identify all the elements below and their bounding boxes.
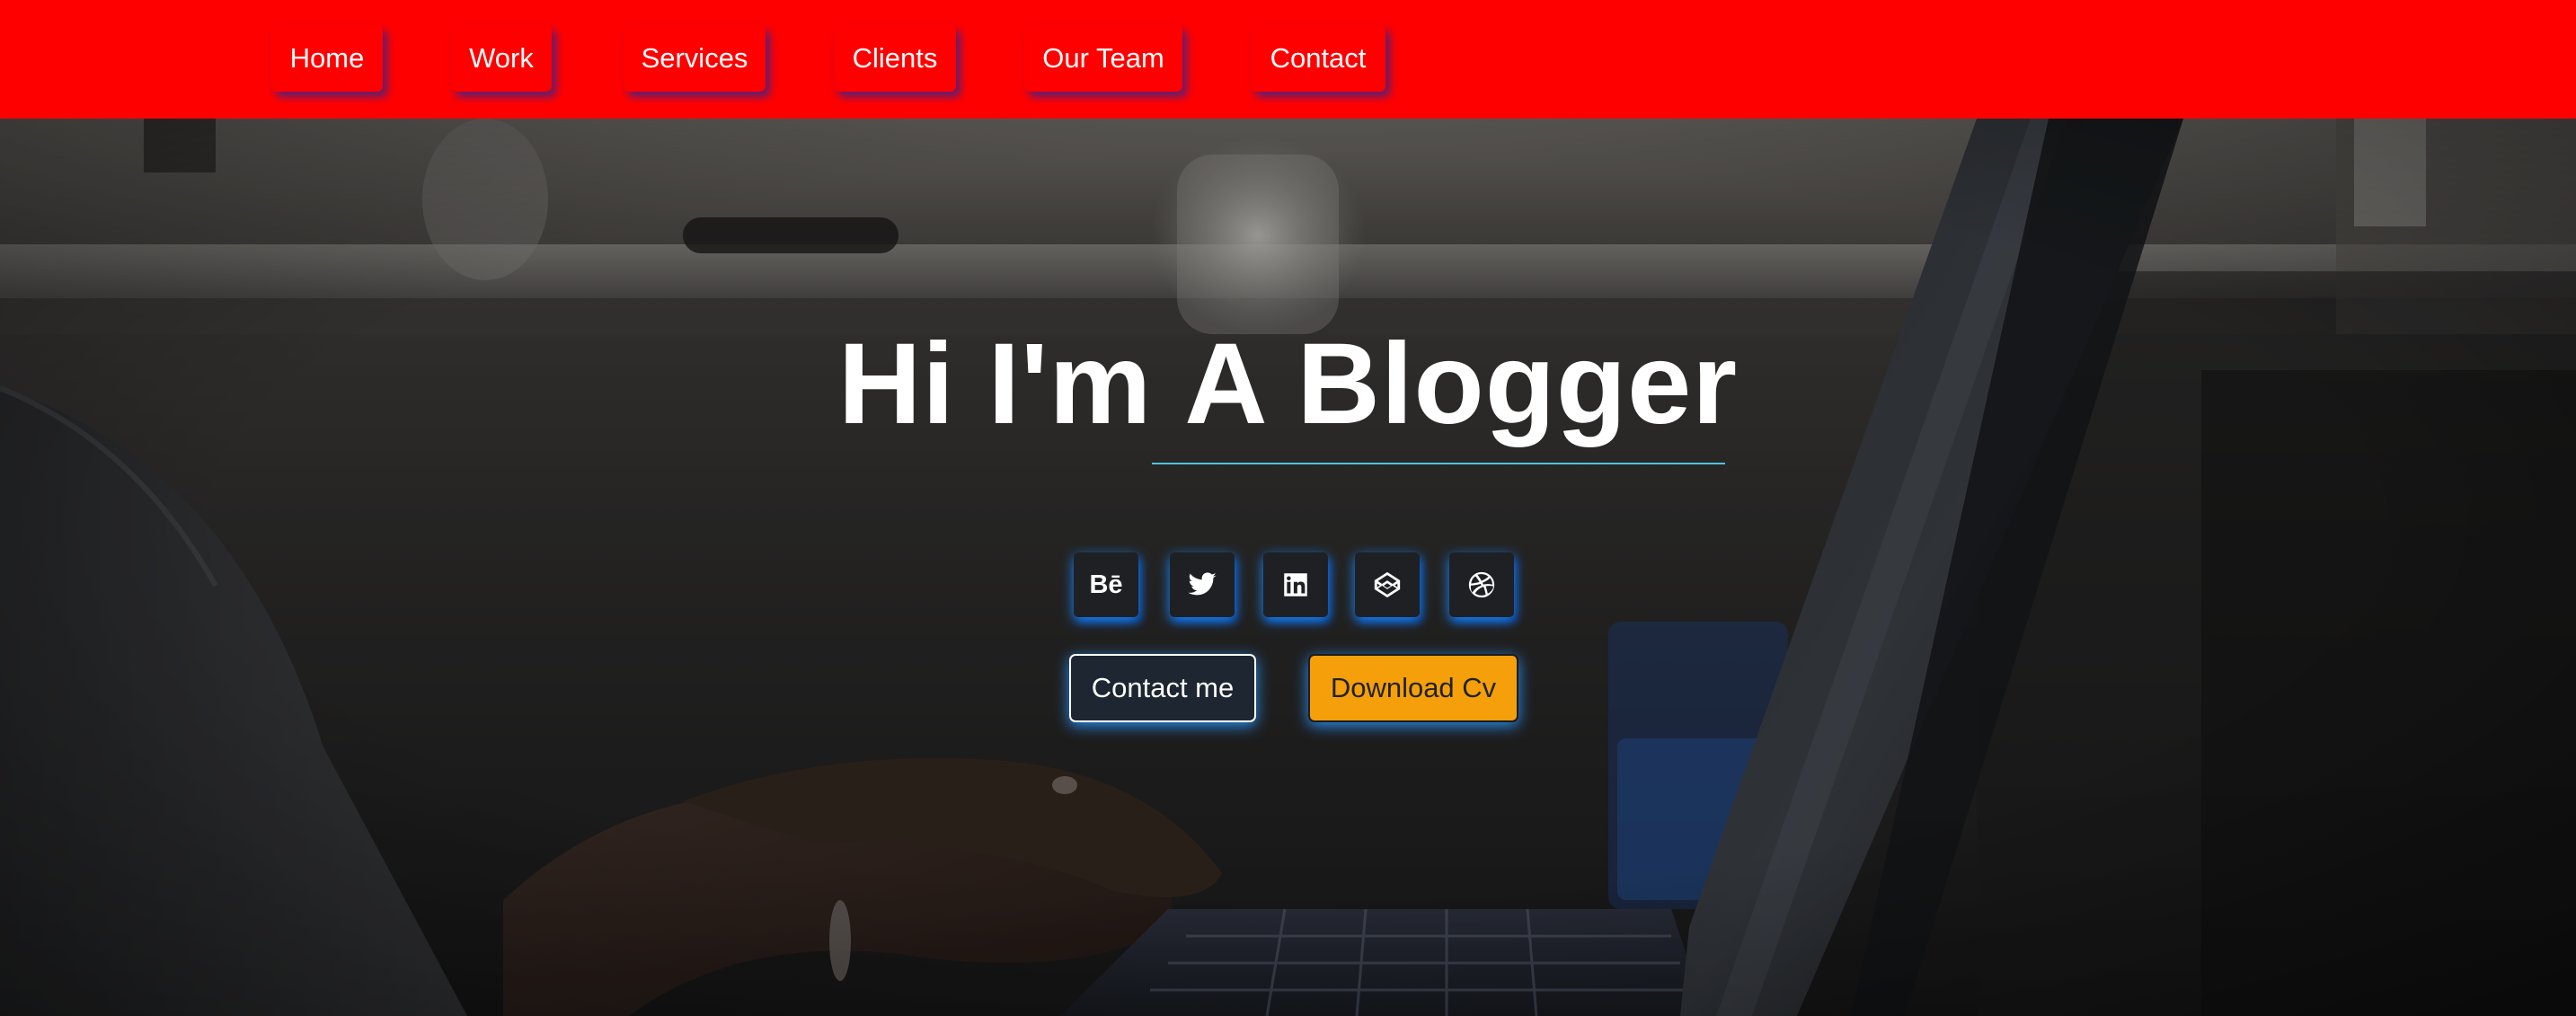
title-underline: [1152, 463, 1725, 464]
behance-icon: Bē: [1089, 570, 1123, 599]
contact-me-button[interactable]: Contact me: [1069, 654, 1256, 722]
top-navbar: Home Work Services Clients Our Team Cont…: [0, 0, 2576, 119]
codepen-icon: [1374, 571, 1401, 598]
nav-contact-link[interactable]: Contact: [1251, 25, 1385, 92]
dribbble-icon: [1468, 571, 1495, 598]
nav-our-team-link[interactable]: Our Team: [1024, 25, 1182, 92]
nav-clients-link[interactable]: Clients: [834, 25, 956, 92]
dribbble-button[interactable]: [1449, 552, 1514, 617]
twitter-button[interactable]: [1170, 552, 1235, 617]
nav-home-link[interactable]: Home: [271, 25, 383, 92]
hero-title-role: A Blogger: [1184, 320, 1739, 448]
page: Home Work Services Clients Our Team Cont…: [0, 0, 2576, 1016]
nav-work-link[interactable]: Work: [451, 25, 552, 92]
codepen-button[interactable]: [1355, 552, 1420, 617]
linkedin-icon: [1284, 573, 1307, 596]
nav-services-link[interactable]: Services: [624, 25, 766, 92]
hero-title-greeting: Hi I'm: [837, 320, 1153, 448]
linkedin-button[interactable]: [1263, 552, 1328, 617]
twitter-icon: [1188, 572, 1217, 596]
hero-title: Hi I'm A Blogger: [0, 318, 2576, 450]
behance-button[interactable]: Bē: [1074, 552, 1138, 617]
hero-section: Hi I'm A Blogger Bē Contact me Download C…: [0, 119, 2576, 1016]
download-cv-button[interactable]: Download Cv: [1308, 654, 1518, 722]
